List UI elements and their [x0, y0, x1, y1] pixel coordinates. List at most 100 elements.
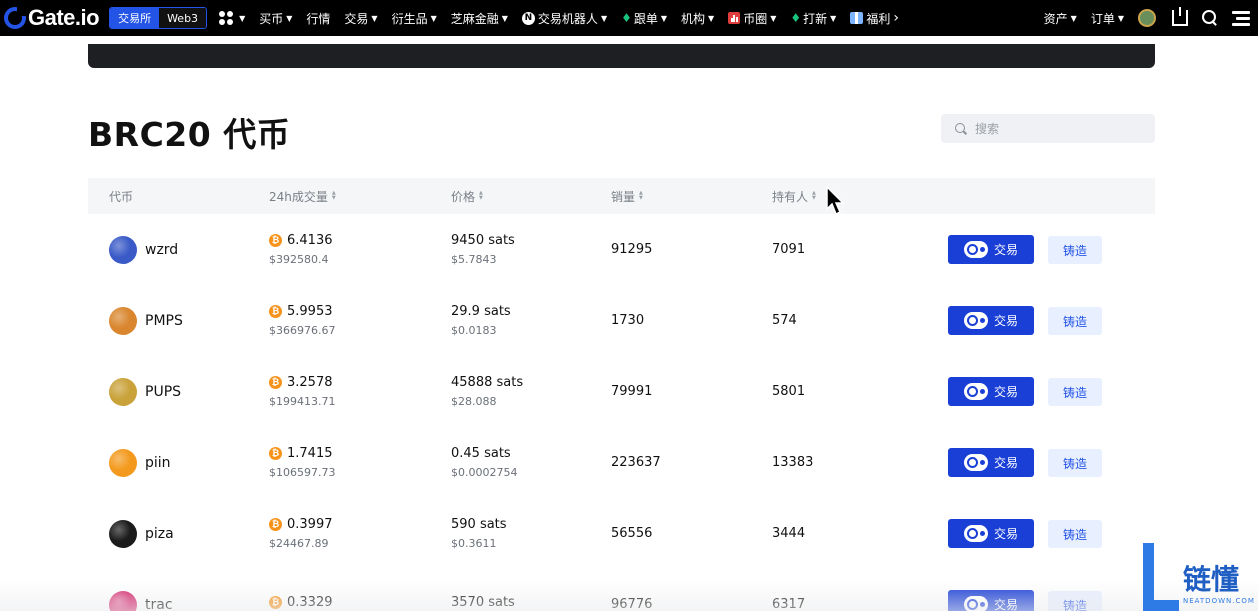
token-cell[interactable]: piza	[109, 498, 174, 569]
nav-item-rewards[interactable]: 福利 ›	[850, 10, 899, 27]
volume-cell: ₿ 5.9953 $366976.67	[269, 285, 335, 356]
bar-chart-icon	[728, 12, 741, 24]
tab-web3[interactable]: Web3	[159, 8, 207, 28]
trade-button[interactable]: 交易	[948, 306, 1034, 335]
price-usd: $0.0183	[451, 324, 497, 337]
table-row: piin ₿ 1.7415 $106597.73 0.45 sats $0.000…	[88, 427, 1155, 498]
nav-item-assets[interactable]: 资产 ▼	[1044, 10, 1077, 27]
logo-text: Gate.io	[28, 5, 100, 30]
gate-logo[interactable]: Gate.io	[4, 5, 100, 31]
header-holders[interactable]: 持有人 ▲ ▼	[772, 178, 816, 214]
token-name: trac	[145, 596, 173, 611]
volume-usd: $199413.71	[269, 395, 336, 408]
table-row: PUPS ₿ 3.2578 $199413.71 45888 sats $28.0…	[88, 356, 1155, 427]
sales-cell: 79991	[611, 384, 653, 399]
nav-item-institutional[interactable]: 机构 ▼	[681, 10, 714, 27]
token-logo-icon	[109, 235, 137, 264]
price-sats: 29.9 sats	[451, 304, 511, 319]
trade-button[interactable]: 交易	[948, 519, 1034, 548]
nav-item-finance[interactable]: 芝麻金融 ▼	[451, 10, 508, 27]
watermark-cn: 链懂	[1183, 563, 1240, 596]
price-cell: 9450 sats $5.7843	[451, 214, 515, 285]
bitcoin-icon: ₿	[269, 376, 282, 389]
volume-cell: ₿ 0.3997 $24467.89	[269, 498, 333, 569]
bot-n-icon: N	[521, 11, 535, 25]
chevron-down-icon: ▼	[239, 13, 246, 23]
neatdown-logo-icon	[1143, 543, 1179, 611]
search-input[interactable]	[975, 121, 1135, 136]
token-cell[interactable]: wzrd	[109, 214, 178, 285]
token-name: PUPS	[145, 383, 182, 400]
sort-icon: ▲ ▼	[812, 190, 816, 201]
header-token: 代币	[109, 189, 134, 204]
bitcoin-icon: ₿	[269, 305, 282, 318]
token-name: piza	[145, 525, 174, 542]
trade-button[interactable]: 交易	[948, 235, 1034, 264]
table-row: piza ₿ 0.3997 $24467.89 590 sats $0.3611 …	[88, 498, 1155, 569]
nav-item-trading-bot[interactable]: N 交易机器人 ▼	[521, 10, 608, 27]
nav-item-markets[interactable]: 行情	[306, 10, 330, 27]
sort-icon: ▲ ▼	[479, 190, 483, 201]
gate-logo-icon	[4, 7, 26, 29]
nav-item-trade[interactable]: 交易 ▼	[344, 10, 377, 27]
chevron-down-icon: ▼	[501, 13, 508, 23]
menu-icon[interactable]	[1232, 10, 1250, 26]
holders-cell: 7091	[772, 242, 806, 257]
mode-switch: 交易所 Web3	[109, 7, 208, 29]
nav-items: ▼ 买币 ▼ 行情 交易 ▼ 衍生品 ▼ 芝麻金融 ▼ N 交易机器人 ▼ ♦ 跟单 ▼ 机…	[219, 10, 913, 27]
chevron-down-icon: ▼	[371, 13, 378, 23]
volume-usd: $24467.89	[269, 537, 329, 550]
nav-item-launchpad[interactable]: ♦ 打新 ▼	[790, 10, 836, 27]
search-box[interactable]	[941, 114, 1155, 143]
chevron-down-icon: ▼	[600, 13, 608, 23]
token-logo-icon	[109, 377, 137, 406]
table-row: PMPS ₿ 5.9953 $366976.67 29.9 sats $0.018…	[88, 285, 1155, 356]
mint-button[interactable]: 铸造	[1048, 236, 1102, 264]
price-sats: 0.45 sats	[451, 446, 511, 461]
volume-btc: 0.3329	[287, 594, 333, 610]
nav-item-orders[interactable]: 订单 ▼	[1091, 10, 1124, 27]
tab-exchange[interactable]: 交易所	[110, 8, 160, 28]
mint-button[interactable]: 铸造	[1048, 591, 1102, 611]
token-cell[interactable]: piin	[109, 427, 171, 498]
bitcoin-icon: ₿	[269, 447, 282, 460]
mint-button[interactable]: 铸造	[1048, 307, 1102, 335]
nav-item-buy-crypto[interactable]: 买币 ▼	[259, 10, 292, 27]
token-cell[interactable]: PUPS	[109, 356, 181, 427]
token-cell[interactable]: PMPS	[109, 285, 183, 356]
nav-item-derivatives[interactable]: 衍生品 ▼	[392, 10, 437, 27]
chevron-down-icon: ▼	[1117, 13, 1124, 23]
trade-button[interactable]: 交易	[948, 448, 1034, 477]
unisat-icon	[963, 383, 988, 400]
chevron-down-icon: ▼	[830, 13, 837, 23]
holders-cell: 13383	[772, 455, 814, 470]
header-sales[interactable]: 销量 ▲ ▼	[611, 178, 643, 214]
user-avatar[interactable]	[1138, 9, 1156, 27]
mint-button[interactable]: 铸造	[1048, 449, 1102, 477]
sales-cell: 1730	[611, 313, 645, 328]
trade-button[interactable]: 交易	[948, 590, 1034, 611]
chevron-right-icon: ›	[893, 10, 899, 26]
token-cell[interactable]: trac	[109, 569, 173, 611]
download-icon[interactable]	[1172, 7, 1188, 26]
table-row: trac ₿ 0.3329 3570 sats 96776 6317 交易 铸造	[88, 569, 1155, 611]
nav-item-crypto-circle[interactable]: 币圈 ▼	[728, 10, 776, 27]
sort-icon: ▲ ▼	[639, 190, 643, 201]
header-volume[interactable]: 24h成交量 ▲ ▼	[269, 178, 336, 214]
nav-item-copy-trading[interactable]: ♦ 跟单 ▼	[621, 10, 667, 27]
holders-cell: 3444	[772, 526, 806, 541]
mint-button[interactable]: 铸造	[1048, 378, 1102, 406]
apps-menu[interactable]: ▼	[219, 11, 245, 25]
page-title: BRC20 代币	[88, 115, 291, 154]
header-price[interactable]: 价格 ▲ ▼	[451, 178, 483, 214]
token-logo-icon	[109, 519, 137, 548]
price-cell: 29.9 sats $0.0183	[451, 285, 511, 356]
mint-button[interactable]: 铸造	[1048, 520, 1102, 548]
trade-button[interactable]: 交易	[948, 377, 1034, 406]
volume-btc: 5.9953	[287, 304, 333, 319]
holders-cell: 6317	[772, 597, 806, 611]
table-row: wzrd ₿ 6.4136 $392580.4 9450 sats $5.7843…	[88, 214, 1155, 285]
table-header: 代币 24h成交量 ▲ ▼ 价格 ▲ ▼ 销量 ▲ ▼ 持有人 ▲ ▼	[88, 178, 1155, 214]
volume-cell: ₿ 1.7415 $106597.73	[269, 427, 335, 498]
search-icon[interactable]	[1202, 10, 1218, 26]
